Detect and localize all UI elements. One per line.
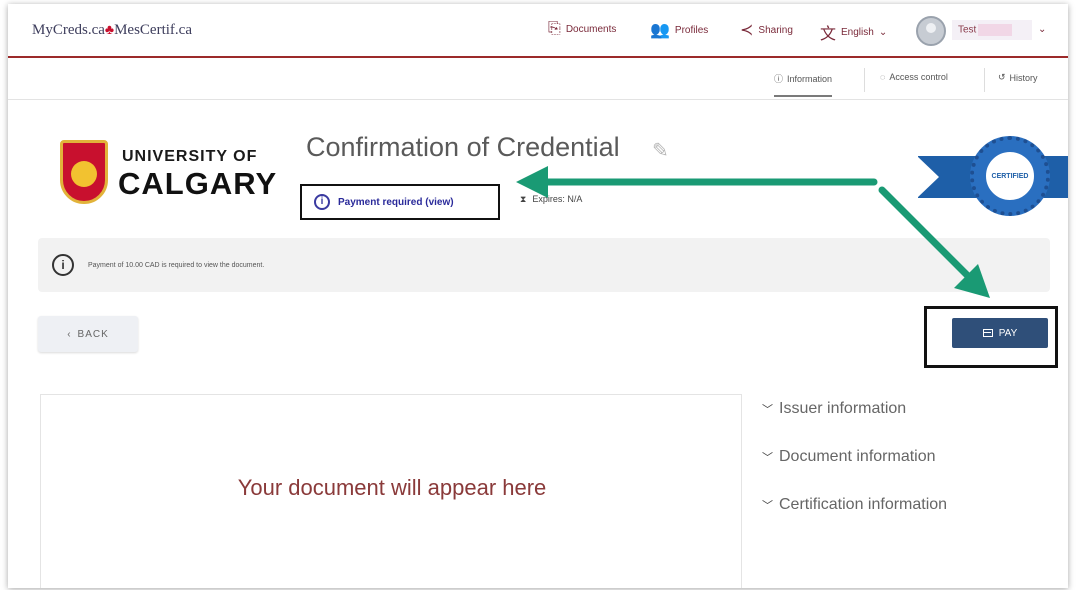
avatar[interactable] xyxy=(916,16,946,46)
nav-documents[interactable]: ⎘ Documents xyxy=(548,20,616,38)
payment-required-link[interactable]: i Payment required (view) xyxy=(300,184,500,220)
accordion-document-label: Document information xyxy=(779,448,936,465)
top-navigation-bar: MyCreds.ca♣MesCertif.ca ⎘ Documents 👥 Pr… xyxy=(8,4,1068,58)
payment-status-text: Payment required (view) xyxy=(338,196,454,208)
user-name: Test xyxy=(958,24,977,36)
language-icon: 文 xyxy=(820,26,837,43)
accordion-document-information[interactable]: ﹀ Document information xyxy=(762,448,936,466)
info-icon: i xyxy=(52,254,74,276)
profiles-icon: 👥 xyxy=(650,22,670,39)
info-icon: i xyxy=(314,194,330,210)
lock-icon: ◌ xyxy=(880,72,886,82)
institution-logo: UNIVERSITY OF CALGARY xyxy=(60,140,280,210)
brand-right-text: MesCertif.ca xyxy=(114,22,192,38)
tab-history-label: History xyxy=(1009,72,1038,83)
tab-history[interactable]: ↺ History xyxy=(998,72,1038,83)
tab-divider xyxy=(864,68,865,92)
accordion-issuer-information[interactable]: ﹀ Issuer information xyxy=(762,400,906,418)
chevron-down-icon: ﹀ xyxy=(762,452,773,464)
app-window: MyCreds.ca♣MesCertif.ca ⎘ Documents 👥 Pr… xyxy=(8,4,1068,588)
pay-button-label: PAY xyxy=(998,327,1018,339)
nav-sharing[interactable]: ≺ Sharing xyxy=(740,20,793,40)
tab-information-label: Information xyxy=(787,73,833,84)
payment-notice-text: Payment of 10.00 CAD is required to view… xyxy=(88,261,265,269)
document-viewer: Your document will appear here xyxy=(40,394,742,588)
expiry-info: ⧗ Expires: N/A xyxy=(520,194,582,205)
document-icon: ⎘ xyxy=(548,20,561,37)
tab-access-control[interactable]: ◌ Access control xyxy=(880,72,948,82)
history-icon: ↺ xyxy=(998,72,1006,82)
redacted-name xyxy=(978,24,1013,36)
document-title: Confirmation of Credential xyxy=(306,132,620,162)
chevron-down-icon: ﹀ xyxy=(762,500,773,512)
user-menu-chevron-icon[interactable]: ⌄ xyxy=(1038,24,1046,35)
accordion-certification-information[interactable]: ﹀ Certification information xyxy=(762,496,947,514)
chevron-left-icon: ‹ xyxy=(67,328,72,340)
certified-badge-text: CERTIFIED xyxy=(983,149,1037,203)
expiry-text: Expires: N/A xyxy=(532,194,583,204)
institution-name-line2: CALGARY xyxy=(118,166,278,201)
back-button[interactable]: ‹ BACK xyxy=(38,316,138,352)
accordion-issuer-label: Issuer information xyxy=(779,400,907,417)
maple-leaf-icon: ♣ xyxy=(104,23,115,38)
brand-left-text: MyCreds.ca xyxy=(32,22,105,38)
info-icon: ⓘ xyxy=(774,74,784,84)
edit-pencil-icon[interactable]: ✎ xyxy=(652,138,669,163)
chevron-down-icon: ﹀ xyxy=(762,404,773,416)
nav-sharing-label: Sharing xyxy=(758,24,793,36)
nav-language[interactable]: 文 English ⌄ xyxy=(820,20,887,44)
pay-button[interactable]: PAY xyxy=(952,318,1048,348)
payment-notice: i Payment of 10.00 CAD is required to vi… xyxy=(38,238,1050,292)
nav-documents-label: Documents xyxy=(565,23,617,35)
credit-card-icon xyxy=(982,329,993,337)
tab-information[interactable]: ⓘ Information xyxy=(774,72,833,97)
document-placeholder-text: Your document will appear here xyxy=(237,475,547,500)
nav-profiles-label: Profiles xyxy=(674,24,709,36)
institution-name-line1: UNIVERSITY OF xyxy=(122,148,258,165)
nav-profiles[interactable]: 👥 Profiles xyxy=(650,20,708,40)
tab-access-control-label: Access control xyxy=(889,72,948,82)
share-icon: ≺ xyxy=(740,22,754,39)
brand-logo[interactable]: MyCreds.ca♣MesCertif.ca xyxy=(32,22,192,39)
hourglass-icon: ⧗ xyxy=(520,194,527,204)
accordion-certification-label: Certification information xyxy=(779,496,948,513)
tab-divider xyxy=(984,68,985,92)
user-menu[interactable]: Test xyxy=(952,20,1032,40)
certified-badge: CERTIFIED xyxy=(970,136,1050,216)
nav-language-label: English xyxy=(841,26,874,38)
back-button-label: BACK xyxy=(77,328,109,340)
crest-icon xyxy=(60,140,108,204)
document-tabs: ⓘ Information ◌ Access control ↺ History xyxy=(8,60,1068,100)
chevron-down-icon: ⌄ xyxy=(878,26,888,38)
